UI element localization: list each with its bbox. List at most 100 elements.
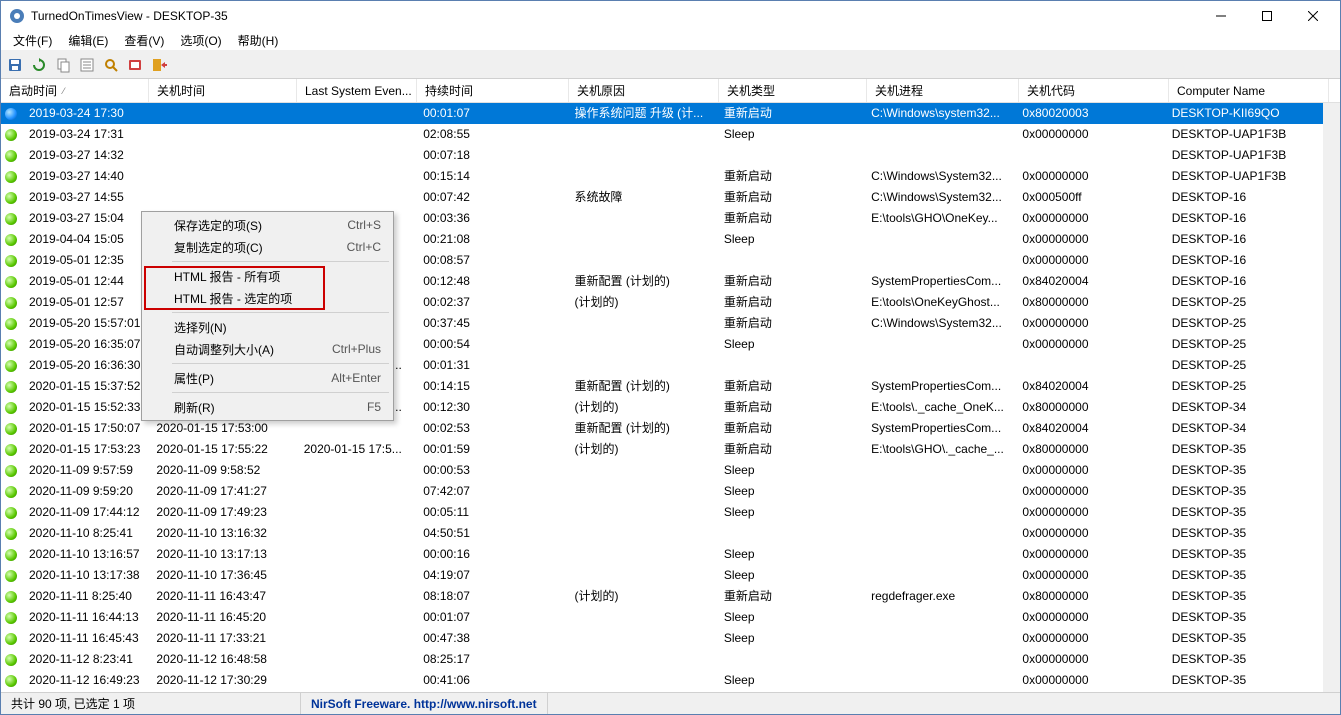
table-row[interactable]: 2019-03-27 14:3200:07:18DESKTOP-UAP1F3B — [1, 145, 1323, 166]
status-link[interactable]: NirSoft Freeware. http://www.nirsoft.net — [301, 693, 548, 714]
cell: 0x000500ff — [1014, 187, 1163, 208]
cell: 0x00000000 — [1014, 208, 1163, 229]
cell — [567, 607, 716, 628]
table-row[interactable]: 2019-03-27 14:5500:07:42系统故障重新启动C:\Windo… — [1, 187, 1323, 208]
cell: 2020-11-12 17:30:29 — [148, 670, 295, 691]
context-menu-item[interactable]: 保存选定的项(S)Ctrl+S — [144, 214, 391, 236]
cell — [296, 460, 415, 481]
table-row[interactable]: 2020-11-11 16:45:432020-11-11 17:33:2100… — [1, 628, 1323, 649]
menu-4[interactable]: 帮助(H) — [230, 30, 287, 51]
cell: 0x00000000 — [1014, 166, 1163, 187]
menu-1[interactable]: 编辑(E) — [60, 30, 116, 51]
table-row[interactable]: 2019-03-27 14:4000:15:14重新启动C:\Windows\S… — [1, 166, 1323, 187]
exit-icon[interactable] — [149, 55, 169, 75]
minimize-button[interactable] — [1198, 1, 1244, 31]
table-row[interactable]: 2020-11-11 8:25:402020-11-11 16:43:4708:… — [1, 586, 1323, 607]
cell: C:\Windows\System32... — [863, 313, 1014, 334]
context-menu-item[interactable]: 自动调整列大小(A)Ctrl+Plus — [144, 338, 391, 360]
table-row[interactable]: 2019-03-24 17:3102:08:55Sleep0x00000000D… — [1, 124, 1323, 145]
status-dot-icon — [5, 150, 17, 162]
cell: 0x84020004 — [1014, 376, 1163, 397]
context-menu-item[interactable]: 刷新(R)F5 — [144, 396, 391, 418]
cell — [567, 124, 716, 145]
menubar: 文件(F)编辑(E)查看(V)选项(O)帮助(H) — [1, 31, 1340, 51]
refresh-icon[interactable] — [29, 55, 49, 75]
cell — [863, 628, 1014, 649]
table-row[interactable]: 2020-11-09 9:59:202020-11-09 17:41:2707:… — [1, 481, 1323, 502]
cell: 重新配置 (计划的) — [567, 271, 716, 292]
context-menu-item[interactable]: HTML 报告 - 选定的项 — [144, 287, 391, 309]
cell: 重新配置 (计划的) — [567, 418, 716, 439]
table-row[interactable]: 2020-11-12 16:49:232020-11-12 17:30:2900… — [1, 670, 1323, 691]
cell: C:\Windows\System32... — [863, 187, 1014, 208]
status-dot-icon — [5, 297, 17, 309]
cell: 0x00000000 — [1014, 460, 1163, 481]
cell: 00:14:15 — [415, 376, 566, 397]
table-row[interactable]: 2020-11-09 9:57:592020-11-09 9:58:5200:0… — [1, 460, 1323, 481]
column-header[interactable]: Last System Even... — [297, 79, 417, 102]
cell — [296, 628, 415, 649]
context-menu-item[interactable]: 复制选定的项(C)Ctrl+C — [144, 236, 391, 258]
table-row[interactable]: 2020-11-12 8:23:412020-11-12 16:48:5808:… — [1, 649, 1323, 670]
cell: regdefrager.exe — [863, 586, 1014, 607]
cell — [296, 523, 415, 544]
cell — [296, 565, 415, 586]
table-row[interactable]: 2019-03-24 17:3000:01:07操作系统问题 升级 (计...重… — [1, 103, 1323, 124]
cell: 0x00000000 — [1014, 124, 1163, 145]
menu-2[interactable]: 查看(V) — [116, 30, 172, 51]
cell — [567, 145, 716, 166]
table-row[interactable]: 2020-11-10 13:17:382020-11-10 17:36:4504… — [1, 565, 1323, 586]
cell: 系统故障 — [567, 187, 716, 208]
maximize-button[interactable] — [1244, 1, 1290, 31]
menu-0[interactable]: 文件(F) — [5, 30, 60, 51]
cell — [296, 670, 415, 691]
menu-3[interactable]: 选项(O) — [172, 30, 229, 51]
column-header[interactable]: 关机类型 — [719, 79, 867, 102]
statusbar: 共计 90 项, 已选定 1 项 NirSoft Freeware. http:… — [1, 692, 1340, 714]
cell: 2020-11-10 13:17:13 — [148, 544, 295, 565]
cell: 重新启动 — [716, 439, 863, 460]
cell: 重新启动 — [716, 166, 863, 187]
options-icon[interactable] — [125, 55, 145, 75]
close-button[interactable] — [1290, 1, 1336, 31]
cell — [148, 187, 295, 208]
column-header[interactable]: 启动时间⁄ — [1, 79, 149, 102]
find-icon[interactable] — [101, 55, 121, 75]
status-dot-icon — [5, 507, 17, 519]
context-menu-item[interactable]: 属性(P)Alt+Enter — [144, 367, 391, 389]
vertical-scrollbar[interactable] — [1323, 103, 1340, 692]
window-title: TurnedOnTimesView - DESKTOP-35 — [31, 9, 1198, 23]
table-row[interactable]: 2020-01-15 17:53:232020-01-15 17:55:2220… — [1, 439, 1323, 460]
copy-icon[interactable] — [53, 55, 73, 75]
cell: 2019-03-27 14:55 — [21, 187, 148, 208]
cell — [567, 565, 716, 586]
column-header[interactable]: 关机时间 — [149, 79, 297, 102]
context-menu-item[interactable]: HTML 报告 - 所有项 — [144, 265, 391, 287]
column-header[interactable]: 关机代码 — [1019, 79, 1169, 102]
cell: 00:12:30 — [415, 397, 566, 418]
cell: 0x00000000 — [1014, 628, 1163, 649]
column-header[interactable]: Computer Name — [1169, 79, 1329, 102]
cell: 00:05:11 — [415, 502, 566, 523]
status-dot-icon — [5, 549, 17, 561]
cell: 重新启动 — [716, 397, 863, 418]
table-row[interactable]: 2020-01-15 17:50:072020-01-15 17:53:0000… — [1, 418, 1323, 439]
properties-icon[interactable] — [77, 55, 97, 75]
cell — [296, 145, 415, 166]
table-row[interactable]: 2020-11-11 16:44:132020-11-11 16:45:2000… — [1, 607, 1323, 628]
cell: DESKTOP-35 — [1164, 565, 1323, 586]
table-row[interactable]: 2020-11-10 13:16:572020-11-10 13:17:1300… — [1, 544, 1323, 565]
cell — [567, 229, 716, 250]
cell: 重新启动 — [716, 292, 863, 313]
cell: Sleep — [716, 670, 863, 691]
column-header[interactable]: 关机原因 — [569, 79, 719, 102]
save-icon[interactable] — [5, 55, 25, 75]
cell — [716, 145, 863, 166]
column-header[interactable]: 关机进程 — [867, 79, 1019, 102]
table-row[interactable]: 2020-11-10 8:25:412020-11-10 13:16:3204:… — [1, 523, 1323, 544]
context-menu-item[interactable]: 选择列(N) — [144, 316, 391, 338]
table-row[interactable]: 2020-11-09 17:44:122020-11-09 17:49:2300… — [1, 502, 1323, 523]
cell: Sleep — [716, 229, 863, 250]
column-header[interactable]: 持续时间 — [417, 79, 569, 102]
cell: 0x00000000 — [1014, 334, 1163, 355]
